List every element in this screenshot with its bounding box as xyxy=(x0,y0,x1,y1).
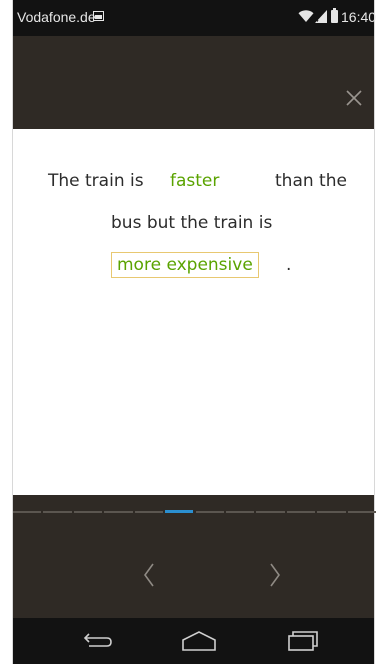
progress-step xyxy=(73,511,103,513)
status-time: 16:40 xyxy=(341,9,377,25)
answer-blank-1[interactable]: faster xyxy=(170,171,219,191)
progress-step xyxy=(256,511,285,513)
close-icon[interactable] xyxy=(344,88,364,108)
progress-step xyxy=(286,511,316,513)
progress-step xyxy=(104,511,133,513)
signal-icon: 4 xyxy=(315,10,327,23)
battery-icon xyxy=(331,8,338,23)
carrier-label: Vodafone.de xyxy=(17,9,96,25)
sentence-text: than the xyxy=(275,171,347,191)
back-icon[interactable] xyxy=(75,628,115,654)
progress-step xyxy=(13,511,42,513)
recents-icon[interactable] xyxy=(281,628,321,654)
progress-step xyxy=(225,511,255,513)
progress-step-current xyxy=(165,510,194,513)
top-bar xyxy=(13,36,374,129)
chevron-right-icon[interactable] xyxy=(261,550,291,600)
svg-text:4: 4 xyxy=(315,17,319,23)
app-screen: Vodafone.de 4 16:40 The train is faster … xyxy=(12,0,377,664)
exercise-nav xyxy=(13,536,374,618)
system-nav-bar xyxy=(13,618,374,664)
progress-step xyxy=(347,511,376,513)
sentence-period: . xyxy=(286,255,292,275)
home-icon[interactable] xyxy=(179,628,219,654)
sentence-text: bus but the train is xyxy=(111,213,273,233)
chevron-left-icon[interactable] xyxy=(133,550,163,600)
answer-blank-2[interactable]: more expensive xyxy=(111,252,259,278)
wifi-icon xyxy=(298,10,314,22)
image-icon xyxy=(93,11,104,21)
status-bar: Vodafone.de 4 16:40 xyxy=(13,0,377,36)
progress-step xyxy=(317,511,346,513)
progress-step xyxy=(195,511,224,513)
progress-indicator xyxy=(13,495,376,536)
progress-step xyxy=(134,511,164,513)
progress-step xyxy=(43,511,72,513)
sentence-text: The train is xyxy=(48,171,144,191)
exercise-panel: The train is faster than the bus but the… xyxy=(13,129,374,495)
